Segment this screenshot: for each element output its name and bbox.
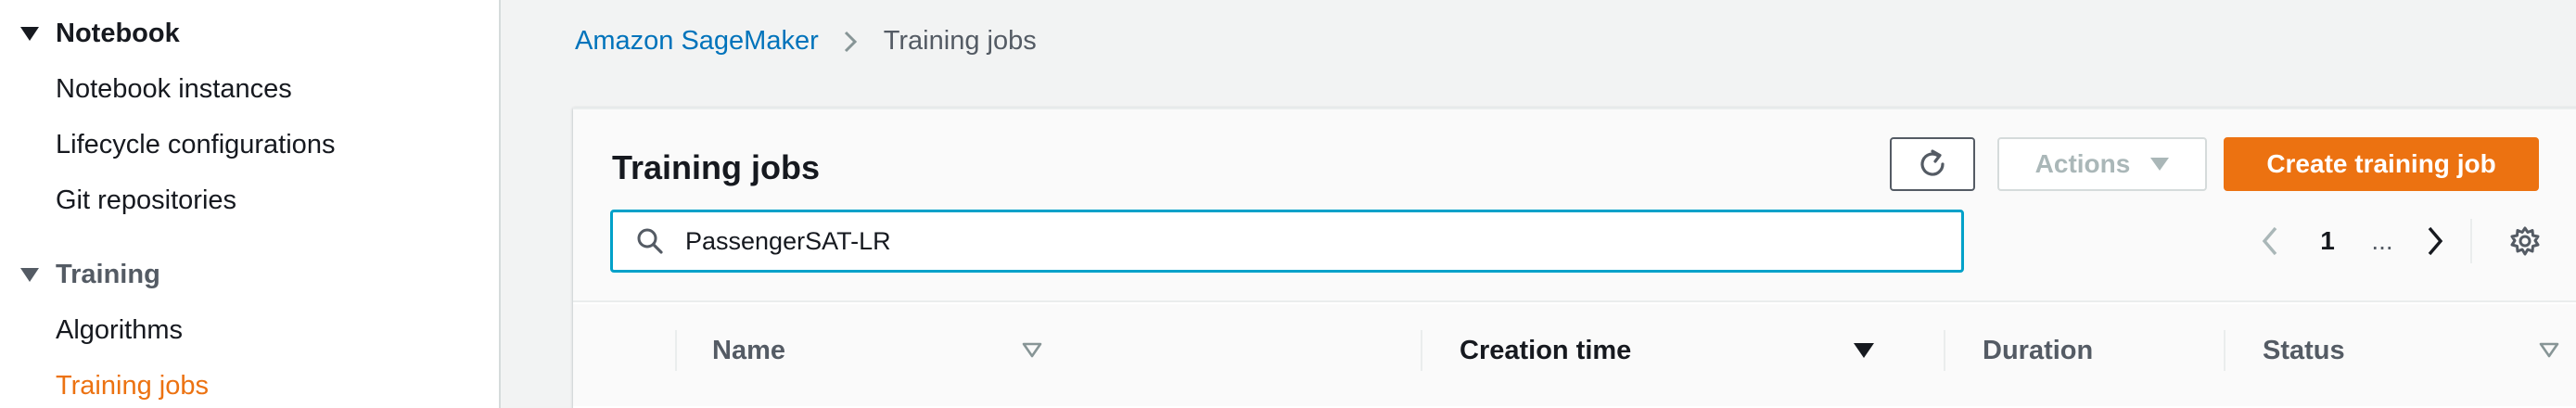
column-header-name[interactable]: Name bbox=[712, 304, 1061, 397]
chevron-right-icon bbox=[2425, 225, 2445, 257]
table-settings-button[interactable] bbox=[2502, 213, 2548, 269]
training-jobs-panel: Training jobs Actions Create training jo… bbox=[573, 108, 2576, 408]
previous-page-button[interactable] bbox=[2251, 213, 2289, 269]
gear-icon bbox=[2509, 225, 2541, 257]
nav-section-label: Training bbox=[56, 260, 160, 289]
breadcrumb-current: Training jobs bbox=[883, 26, 1037, 56]
refresh-icon bbox=[1916, 147, 1949, 181]
nav-section-notebook[interactable]: Notebook bbox=[20, 19, 180, 49]
sidebar: Notebook Notebook instances Lifecycle co… bbox=[0, 0, 501, 408]
sidebar-item-notebook-instances[interactable]: Notebook instances bbox=[56, 74, 292, 105]
caret-down-icon bbox=[20, 27, 39, 41]
search-input[interactable] bbox=[685, 226, 1891, 256]
refresh-button[interactable] bbox=[1890, 137, 1975, 191]
page-title: Training jobs bbox=[612, 148, 821, 186]
column-label: Status bbox=[2263, 335, 2345, 365]
sidebar-item-algorithms[interactable]: Algorithms bbox=[56, 315, 183, 346]
column-header-creation-time[interactable]: Creation time bbox=[1460, 304, 1895, 397]
nav-section-label: Notebook bbox=[56, 19, 180, 48]
column-header-duration[interactable]: Duration bbox=[1983, 304, 2205, 397]
chevron-left-icon bbox=[2260, 225, 2280, 257]
table-header: Name Creation time Duration Status bbox=[573, 304, 2576, 406]
sort-descending-icon bbox=[1853, 341, 1875, 360]
column-header-status[interactable]: Status bbox=[2263, 304, 2569, 397]
caret-down-icon bbox=[2150, 158, 2170, 171]
column-label: Creation time bbox=[1460, 335, 1632, 365]
chevron-right-icon bbox=[843, 30, 858, 54]
pagination-divider bbox=[2470, 219, 2472, 263]
column-label: Name bbox=[712, 335, 785, 365]
column-label: Duration bbox=[1983, 335, 2094, 365]
pagination-ellipsis: ... bbox=[2371, 226, 2393, 255]
panel-header: Training jobs Actions Create training jo… bbox=[573, 109, 2576, 302]
sidebar-item-lifecycle-configurations[interactable]: Lifecycle configurations bbox=[56, 130, 335, 160]
caret-down-icon bbox=[20, 268, 39, 282]
nav-section-training[interactable]: Training bbox=[20, 260, 160, 290]
column-divider bbox=[2224, 330, 2225, 371]
sidebar-item-training-jobs[interactable]: Training jobs bbox=[56, 371, 209, 402]
column-divider bbox=[1944, 330, 1945, 371]
sidebar-item-git-repositories[interactable]: Git repositories bbox=[56, 185, 236, 216]
actions-dropdown-button[interactable]: Actions bbox=[1997, 137, 2207, 191]
breadcrumb-link-sagemaker[interactable]: Amazon SageMaker bbox=[575, 26, 819, 57]
actions-label: Actions bbox=[2034, 149, 2131, 178]
next-page-button[interactable] bbox=[2417, 213, 2454, 269]
column-divider bbox=[1421, 330, 1422, 371]
sort-icon bbox=[1022, 342, 1042, 359]
breadcrumb: Amazon SageMaker Training jobs bbox=[575, 26, 1037, 57]
sort-icon bbox=[2539, 342, 2559, 359]
page-number-1[interactable]: 1 bbox=[2309, 213, 2346, 269]
create-training-job-button[interactable]: Create training job bbox=[2224, 137, 2539, 191]
column-divider bbox=[675, 330, 677, 371]
search-field[interactable] bbox=[610, 210, 1964, 273]
search-icon bbox=[635, 226, 665, 256]
